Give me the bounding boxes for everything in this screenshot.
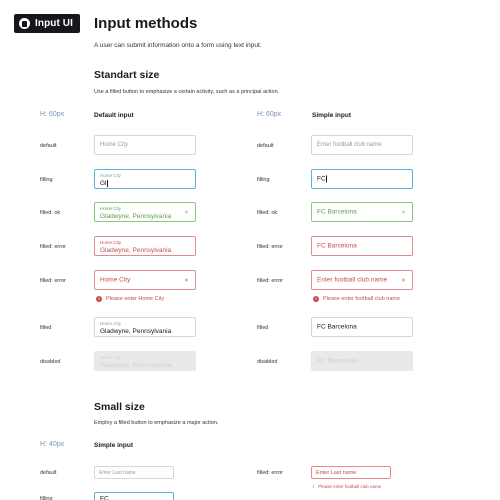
football-club-input-filled-ok[interactable]: FC Barcelona	[311, 202, 413, 222]
row-label-filled: filled	[40, 325, 52, 331]
input-value: FC Barcelona	[317, 323, 357, 331]
row-label-filling: filling	[40, 496, 53, 500]
home-city-input-empty-error[interactable]: Home City	[94, 270, 196, 290]
row-label-filled-ok: filled: ok	[40, 210, 61, 216]
home-city-input-default[interactable]: Home City	[94, 135, 196, 155]
column-header-simple-input: Simple input	[312, 112, 351, 119]
last-name-input-small-error[interactable]: Enter Last name	[311, 466, 391, 479]
logo-text: Input UI	[35, 18, 74, 29]
input-value: FC Barcelona	[317, 242, 357, 250]
error-message-text: Please enter Home City	[106, 296, 165, 302]
input-value: FC Barcelona	[317, 208, 357, 216]
input-ui-logo: Input UI	[14, 14, 80, 33]
row-label-filled: filled	[257, 325, 269, 331]
football-club-input-default[interactable]: Enter football club name	[311, 135, 413, 155]
row-label-default: default	[257, 143, 274, 149]
input-placeholder: Enter football club name	[317, 276, 388, 284]
error-icon: !	[96, 296, 102, 302]
error-icon: !	[313, 296, 319, 302]
input-value: FC	[100, 495, 109, 500]
input-value: FC Barcelona	[317, 357, 357, 365]
column-header-simple-input-small: Simple input	[94, 442, 133, 449]
football-club-input-empty-error[interactable]: Enter football club name	[311, 270, 413, 290]
height-label-left: H: 60px	[40, 111, 65, 118]
football-club-input-filled[interactable]: FC Barcelona	[311, 317, 413, 337]
column-header-default-input: Default input	[94, 112, 134, 119]
football-club-input-filling[interactable]: FC	[311, 169, 413, 189]
home-city-input-filled-ok[interactable]: Home City Gladwyne, Pennsylvania	[94, 202, 196, 222]
input-value: Gladwyne, Pennsylvania	[100, 362, 172, 369]
floating-label: Home City	[100, 206, 122, 211]
section-title-standard: Standart size	[94, 69, 160, 81]
clear-icon[interactable]	[402, 278, 405, 282]
input-placeholder: Enter football club name	[317, 142, 382, 148]
input-ui-logo-icon	[19, 18, 30, 29]
section-title-small: Small size	[94, 401, 145, 413]
row-label-filled-error: filled: error	[257, 470, 283, 476]
row-label-filling: filling	[40, 177, 53, 183]
input-placeholder: Home City	[100, 142, 129, 148]
error-message-text: Please enter football club name	[318, 484, 382, 489]
error-message: / Please enter football club name	[313, 484, 381, 489]
row-label-default: default	[40, 470, 57, 476]
input-small-filling[interactable]: FC	[94, 492, 174, 500]
last-name-input-small-default[interactable]: Enter Last name	[94, 466, 174, 479]
home-city-input-filled-error[interactable]: Home City Gladwyne, Pennsylvania	[94, 236, 196, 256]
row-label-filled-error: filled: error	[40, 244, 66, 250]
row-label-filled-error: filled: error	[257, 278, 283, 284]
floating-label: Home City	[100, 355, 122, 360]
football-club-input-disabled: FC Barcelona	[311, 351, 413, 371]
height-label-small: H: 40px	[40, 441, 65, 448]
input-value: Enter Last name	[316, 469, 357, 476]
input-placeholder: Enter Last name	[99, 469, 136, 476]
error-message-text: Please enter football club name	[323, 296, 401, 302]
height-label-right: H: 60px	[257, 111, 282, 118]
football-club-input-filled-error[interactable]: FC Barcelona	[311, 236, 413, 256]
page-description: A user can submit information onto a for…	[94, 42, 262, 49]
row-label-filled-error: filled: error	[257, 244, 283, 250]
clear-icon[interactable]	[185, 278, 188, 282]
section-desc-standard: Use a filled button to emphasize a certa…	[94, 89, 280, 95]
input-value: Gl	[100, 180, 108, 188]
home-city-input-disabled: Home City Gladwyne, Pennsylvania	[94, 351, 196, 371]
text-cursor	[326, 175, 327, 183]
floating-label: Home City	[100, 240, 122, 245]
clear-icon[interactable]	[402, 210, 405, 214]
section-desc-small: Employ a filled button to emphasize a ma…	[94, 420, 219, 426]
page-title: Input methods	[94, 15, 198, 32]
row-label-filled-ok: filled: ok	[257, 210, 278, 216]
error-message: ! Please enter Home City	[96, 296, 164, 302]
input-placeholder: Home City	[100, 276, 131, 284]
input-value: Gladwyne, Pennsylvania	[100, 328, 172, 335]
row-label-disabled: disabled	[40, 359, 61, 365]
text-cursor	[107, 180, 108, 187]
row-label-default: default	[40, 143, 57, 149]
input-value: FC	[317, 175, 327, 183]
floating-label: Home City	[100, 321, 122, 326]
clear-icon[interactable]	[185, 210, 188, 214]
row-label-filling: filling	[257, 177, 270, 183]
input-value: Gladwyne, Pennsylvania	[100, 213, 172, 220]
home-city-input-filling[interactable]: Home City Gl	[94, 169, 196, 189]
floating-label: Home City	[100, 173, 122, 178]
row-label-disabled: disabled	[257, 359, 278, 365]
error-marker: /	[313, 484, 315, 489]
input-value: Gladwyne, Pennsylvania	[100, 247, 172, 254]
row-label-filled-error: filled: error	[40, 278, 66, 284]
error-message: ! Please enter football club name	[313, 296, 400, 302]
home-city-input-filled[interactable]: Home City Gladwyne, Pennsylvania	[94, 317, 196, 337]
